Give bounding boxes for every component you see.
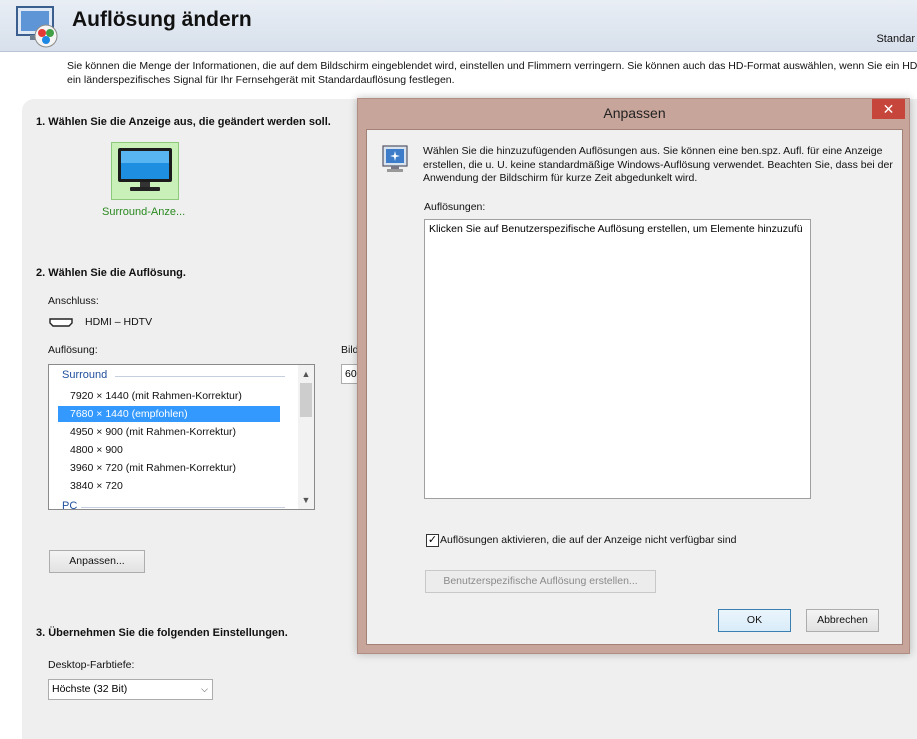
list-item-selected[interactable]: 7680 × 1440 (empfohlen) [58, 406, 280, 422]
chevron-up-icon[interactable]: ▲ [301, 369, 311, 379]
resolution-listbox[interactable]: Surround 7920 × 1440 (mit Rahmen-Korrekt… [48, 364, 315, 510]
list-item[interactable]: 3960 × 720 (mit Rahmen-Korrektur) [58, 460, 280, 476]
intro-text: Sie können die Menge der Informationen, … [67, 59, 917, 87]
color-depth-select[interactable]: Höchste (32 Bit) ⌵ [48, 679, 213, 700]
resolution-label: Auflösung: [48, 344, 98, 356]
step1-heading: 1. Wählen Sie die Anzeige aus, die geänd… [36, 116, 331, 128]
list-item[interactable]: 4950 × 900 (mit Rahmen-Korrektur) [58, 424, 280, 440]
page-title: Auflösung ändern [72, 8, 252, 31]
customize-dialog: Anpassen ✕ Wählen Sie die hinzuzufügende… [357, 98, 910, 654]
intro-line-2: ein länderspezifisches Signal für Ihr Fe… [67, 74, 455, 86]
step2-heading: 2. Wählen Sie die Auflösung. [36, 267, 186, 279]
display-tile-surround[interactable] [111, 142, 179, 200]
intro-line-1: Sie können die Menge der Informationen, … [67, 60, 917, 72]
monitor-icon [118, 148, 172, 191]
resolutions-placeholder: Klicken Sie auf Benutzerspezifische Aufl… [429, 223, 803, 235]
display-name: Surround-Anze... [102, 206, 186, 218]
list-group-surround: Surround [62, 369, 108, 381]
color-depth-label: Desktop-Farbtiefe: [48, 659, 135, 671]
dialog-client-area: Wählen Sie die hinzuzufügenden Auflösung… [366, 129, 903, 645]
dialog-title: Anpassen [603, 105, 666, 121]
group-divider [115, 376, 285, 377]
list-item[interactable]: 3840 × 720 [58, 478, 280, 494]
custom-resolutions-list[interactable]: Klicken Sie auf Benutzerspezifische Aufl… [424, 219, 811, 499]
resolutions-label: Auflösungen: [424, 201, 486, 213]
refresh-label-partial: Bild [341, 344, 359, 356]
list-item[interactable]: 4800 × 900 [58, 442, 280, 458]
header-right-text: Standar [876, 33, 915, 45]
cancel-button[interactable]: Abbrechen [806, 609, 879, 632]
enable-unavailable-checkbox[interactable]: ✓ [426, 534, 439, 547]
listbox-scrollbar[interactable]: ▲ ▼ [298, 365, 314, 509]
list-item[interactable]: 7920 × 1440 (mit Rahmen-Korrektur) [58, 388, 280, 404]
dialog-description: Wählen Sie die hinzuzufügenden Auflösung… [423, 145, 893, 184]
close-icon[interactable]: ✕ [872, 99, 905, 119]
scroll-thumb[interactable] [300, 383, 312, 417]
create-custom-resolution-button[interactable]: Benutzerspezifische Auflösung erstellen.… [425, 570, 656, 593]
info-monitor-icon [382, 145, 408, 172]
chevron-down-icon[interactable]: ▼ [301, 495, 311, 505]
customize-button[interactable]: Anpassen... [49, 550, 145, 573]
chevron-down-icon: ⌵ [201, 684, 208, 694]
connection-label: Anschluss: [48, 295, 99, 307]
checkbox-label[interactable]: Auflösungen aktivieren, die auf der Anze… [440, 534, 737, 546]
color-depth-value: Höchste (32 Bit) [52, 683, 128, 695]
ok-button[interactable]: OK [718, 609, 791, 632]
list-group-pc: PC [62, 500, 78, 510]
group-divider [81, 507, 285, 508]
window-header: Auflösung ändern Standar [0, 0, 917, 52]
display-settings-icon [16, 6, 58, 48]
connection-value: HDMI – HDTV [85, 316, 153, 328]
hdmi-connector-icon [49, 318, 73, 327]
step3-heading: 3. Übernehmen Sie die folgenden Einstell… [36, 627, 288, 639]
